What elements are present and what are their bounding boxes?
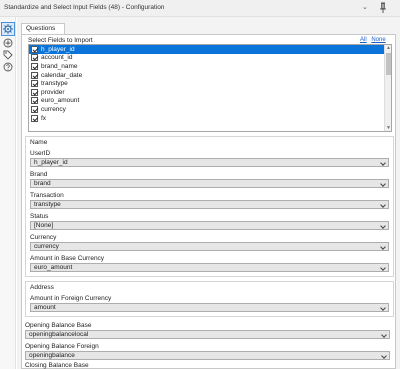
title-bar: Standardize and Select Input Fields (48)… [0,0,400,17]
chevron-down-icon [380,243,386,250]
list-item[interactable]: calendar_date [29,71,391,80]
amount-foreign-label: Amount in Foreign Currency [30,295,112,302]
address-group: Address Amount in Foreign Currency amoun… [25,281,394,317]
brand-dropdown[interactable]: brand [30,179,389,188]
opening-balance-base-dropdown[interactable]: openingbalancelocal [25,330,390,339]
checkbox[interactable] [31,88,38,96]
closing-balance-base-label: Closing Balance Base [25,362,89,369]
checkbox[interactable] [31,80,38,88]
left-toolbar [0,17,16,369]
chevron-down-icon [380,222,386,229]
transaction-dropdown[interactable]: transtype [30,200,389,209]
address-group-title: Address [30,284,54,291]
name-group: Name UserID h_player_id Brand brand Tran… [25,136,394,277]
chevron-down-icon[interactable]: ⌄ [362,3,368,11]
questions-panel: Select Fields to Import All None h_playe… [21,34,396,369]
name-group-title: Name [30,139,48,146]
scroll-up-icon[interactable]: ▲ [385,45,392,51]
opening-balance-foreign-label: Opening Balance Foreign [25,343,99,350]
transaction-label: Transaction [30,192,64,199]
list-item[interactable]: h_player_id [29,45,391,54]
chevron-down-icon [381,352,387,359]
fields-listbox[interactable]: h_player_id account_id brand_name calend… [28,44,392,132]
chevron-down-icon [380,201,386,208]
status-dropdown[interactable]: [None] [30,221,389,230]
none-link[interactable]: None [371,37,385,43]
chevron-down-icon [381,331,387,338]
opening-balance-base-label: Opening Balance Base [25,322,92,329]
chevron-down-icon [380,304,386,311]
amount-foreign-dropdown[interactable]: amount [30,303,389,312]
listbox-scrollbar[interactable]: ▲ ▼ [384,45,391,131]
userid-label: UserID [30,150,51,157]
chevron-down-icon [380,264,386,271]
list-item[interactable]: euro_amount [29,97,391,106]
checkbox[interactable] [31,97,38,105]
checkbox[interactable] [31,114,38,122]
brand-label: Brand [30,171,48,178]
scroll-thumb[interactable] [386,53,391,75]
checkbox[interactable] [31,71,38,79]
opening-balance-foreign-dropdown[interactable]: openingbalance [25,351,390,360]
userid-dropdown[interactable]: h_player_id [30,158,389,167]
currency-label: Currency [30,234,57,241]
window-title: Standardize and Select Input Fields (48)… [4,4,165,11]
amount-base-label: Amount in Base Currency [30,255,105,262]
help-icon[interactable] [3,62,13,72]
list-item[interactable]: brand_name [29,62,391,71]
checkbox[interactable] [31,54,38,62]
status-label: Status [30,213,49,220]
list-item[interactable]: transtype [29,79,391,88]
all-link[interactable]: All [360,37,367,43]
list-item[interactable]: account_id [29,54,391,63]
list-item[interactable]: currency [29,105,391,114]
checkbox[interactable] [31,105,38,113]
list-item[interactable]: fx [29,114,391,123]
list-item[interactable]: provider [29,88,391,97]
tab-questions[interactable]: Questions [21,23,65,34]
tag-icon[interactable] [3,50,13,60]
pin-icon[interactable] [376,1,390,15]
chevron-down-icon [380,159,386,166]
configuration-main: Questions Select Fields to Import All No… [17,17,400,369]
currency-dropdown[interactable]: currency [30,242,389,251]
navigate-icon[interactable] [3,38,13,48]
gear-icon[interactable] [1,22,15,36]
select-fields-label: Select Fields to Import [28,37,93,44]
checkbox[interactable] [31,62,38,70]
scroll-down-icon[interactable]: ▼ [385,125,392,131]
chevron-down-icon [380,180,386,187]
select-links: All None [357,37,386,43]
amount-base-dropdown[interactable]: euro_amount [30,263,389,272]
checkbox[interactable] [31,45,38,53]
